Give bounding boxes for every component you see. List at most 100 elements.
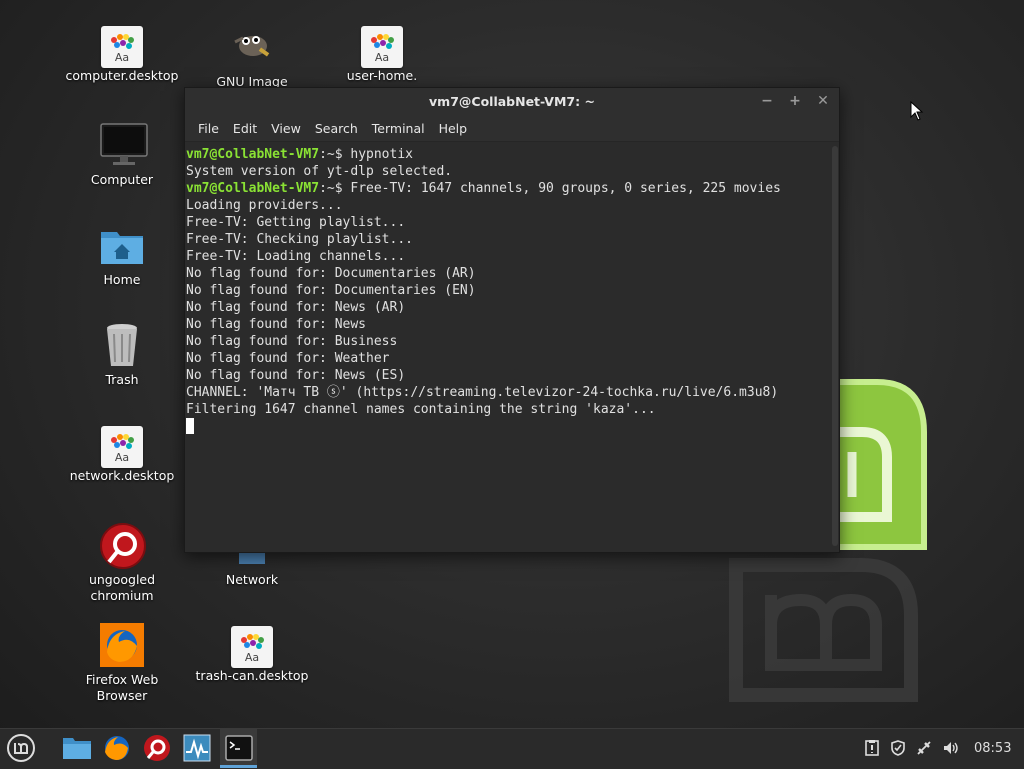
terminal-icon <box>225 735 253 761</box>
desktop-icon-trash[interactable]: Trash <box>62 322 182 388</box>
firefox-icon <box>105 736 129 760</box>
font-preview-text: Aa <box>114 51 130 64</box>
terminal-launcher[interactable] <box>222 732 256 764</box>
updates-icon[interactable] <box>864 740 880 756</box>
folder-icon <box>63 738 91 759</box>
desktop-icon-label: network.desktop <box>69 468 175 483</box>
system-monitor-launcher[interactable] <box>180 732 214 764</box>
terminal-cursor-line <box>186 418 828 435</box>
font-preview-text: Aa <box>114 451 130 464</box>
prompt-suffix: :~$ <box>319 181 351 196</box>
desktop-icon-home[interactable]: Home <box>62 222 182 288</box>
menu-search[interactable]: Search <box>308 121 365 136</box>
trash-icon <box>99 322 145 368</box>
font-file-icon: Aa <box>101 26 143 68</box>
desktop-icon-computer[interactable]: Computer <box>62 122 182 188</box>
desktop-icon-label: Network <box>225 572 279 587</box>
monitor-icon <box>99 122 148 168</box>
terminal-scrollbar[interactable] <box>832 146 838 546</box>
system-monitor-icon <box>183 734 211 762</box>
desktop-icon-ungoogled-chromium[interactable]: ungoogled chromium <box>62 522 182 604</box>
desktop-icon-label: user-home. <box>346 68 418 83</box>
terminal-line-text: System version of yt-dlp selected. <box>186 164 453 179</box>
home-folder-icon <box>99 222 145 268</box>
terminal-line: No flag found for: News (AR) <box>186 299 828 316</box>
terminal-line: Free-TV: Checking playlist... <box>186 231 828 248</box>
terminal-line: vm7@CollabNet-VM7:~$ hypnotix <box>186 146 828 163</box>
terminal-line: No flag found for: Business <box>186 333 828 350</box>
desktop-icon-firefox[interactable]: Firefox Web Browser <box>62 622 182 704</box>
desktop-icon-label: Trash <box>105 372 139 387</box>
terminal-line-text: No flag found for: Documentaries (EN) <box>186 283 476 298</box>
terminal-line-text: Free-TV: 1647 channels, 90 groups, 0 ser… <box>350 181 781 196</box>
network-disconnected-icon[interactable] <box>916 740 932 756</box>
terminal-line: Filtering 1647 channel names containing … <box>186 401 828 418</box>
mint-watermark-logo <box>729 558 918 702</box>
terminal-line: Free-TV: Getting playlist... <box>186 214 828 231</box>
terminal-line-text: CHANNEL: 'Матч ТВ ⓢ' (https://streaming.… <box>186 385 779 400</box>
shell-prompt: vm7@CollabNet-VM7 <box>186 181 320 196</box>
window-title: vm7@CollabNet-VM7: ~ <box>429 94 595 109</box>
menu-help[interactable]: Help <box>432 121 475 136</box>
font-preview-text: Aa <box>244 651 260 664</box>
terminal-line: No flag found for: News (ES) <box>186 367 828 384</box>
desktop-icon-gnu-image[interactable]: GNU Image <box>192 24 312 90</box>
terminal-line: Free-TV: Loading channels... <box>186 248 828 265</box>
clock[interactable]: 08:53 <box>974 741 1011 756</box>
terminal-line-text: No flag found for: Business <box>186 334 398 349</box>
terminal-line: CHANNEL: 'Матч ТВ ⓢ' (https://streaming.… <box>186 384 828 401</box>
font-file-icon: Aa <box>231 626 273 668</box>
prompt-suffix: :~$ <box>319 147 351 162</box>
terminal-line-text: No flag found for: Weather <box>186 351 390 366</box>
desktop-icon-user-home[interactable]: Aa user-home. <box>322 24 442 84</box>
font-file-icon: Aa <box>361 26 403 68</box>
terminal-line: No flag found for: Weather <box>186 350 828 367</box>
menu-terminal[interactable]: Terminal <box>365 121 432 136</box>
terminal-line-text: hypnotix <box>350 147 413 162</box>
terminal-line-text: No flag found for: Documentaries (AR) <box>186 266 476 281</box>
menu-edit[interactable]: Edit <box>226 121 264 136</box>
linux-mint-logo <box>832 379 927 550</box>
close-button[interactable]: ✕ <box>815 88 831 115</box>
minimize-button[interactable]: − <box>759 88 775 115</box>
firefox-launcher[interactable] <box>100 732 134 764</box>
firefox-icon <box>99 622 145 668</box>
terminal-output[interactable]: vm7@CollabNet-VM7:~$ hypnotix System vers… <box>185 142 829 552</box>
terminal-line-text: No flag found for: News <box>186 317 367 332</box>
terminal-line: System version of yt-dlp selected. <box>186 163 828 180</box>
menu-button[interactable] <box>4 732 38 764</box>
menu-file[interactable]: File <box>191 121 226 136</box>
mint-menu-icon <box>7 734 35 762</box>
font-preview-text: Aa <box>374 51 390 64</box>
desktop-icon-label: Home <box>103 272 141 287</box>
shell-prompt: vm7@CollabNet-VM7 <box>186 147 320 162</box>
chromium-icon <box>144 735 170 761</box>
maximize-button[interactable]: + <box>787 88 803 115</box>
volume-icon[interactable] <box>942 740 960 756</box>
terminal-line-text: Free-TV: Getting playlist... <box>186 215 406 230</box>
menu-view[interactable]: View <box>264 121 308 136</box>
terminal-line: No flag found for: Documentaries (AR) <box>186 265 828 282</box>
system-tray: 08:53 <box>864 728 1011 768</box>
chromium-launcher[interactable] <box>140 732 174 764</box>
terminal-window[interactable]: vm7@CollabNet-VM7: ~ − + ✕ File Edit Vie… <box>184 87 840 553</box>
terminal-line: No flag found for: Documentaries (EN) <box>186 282 828 299</box>
desktop-icon-label: Computer <box>90 172 154 187</box>
files-launcher[interactable] <box>60 732 94 764</box>
desktop-icon-label: trash-can.desktop <box>195 668 309 683</box>
gimp-icon <box>229 24 275 70</box>
desktop-icon-label: Firefox Web Browser <box>85 672 159 703</box>
text-cursor <box>186 418 194 434</box>
desktop-icon-computer-desktop[interactable]: Aa computer.desktop <box>62 24 182 84</box>
desktop-icon-trash-can-desktop[interactable]: Aa trash-can.desktop <box>192 624 312 684</box>
desktop-icon-label: computer.desktop <box>65 68 179 83</box>
desktop-icon-network-desktop[interactable]: Aa network.desktop <box>62 424 182 484</box>
shield-icon[interactable] <box>890 740 906 756</box>
terminal-line-text: Loading providers... <box>186 198 343 213</box>
desktop-icon-network[interactable]: Network <box>192 550 312 588</box>
window-titlebar[interactable]: vm7@CollabNet-VM7: ~ − + ✕ <box>185 88 839 115</box>
mouse-pointer-icon <box>910 101 924 121</box>
terminal-line: No flag found for: News <box>186 316 828 333</box>
terminal-line-text: Free-TV: Loading channels... <box>186 249 406 264</box>
font-file-icon: Aa <box>101 426 143 468</box>
